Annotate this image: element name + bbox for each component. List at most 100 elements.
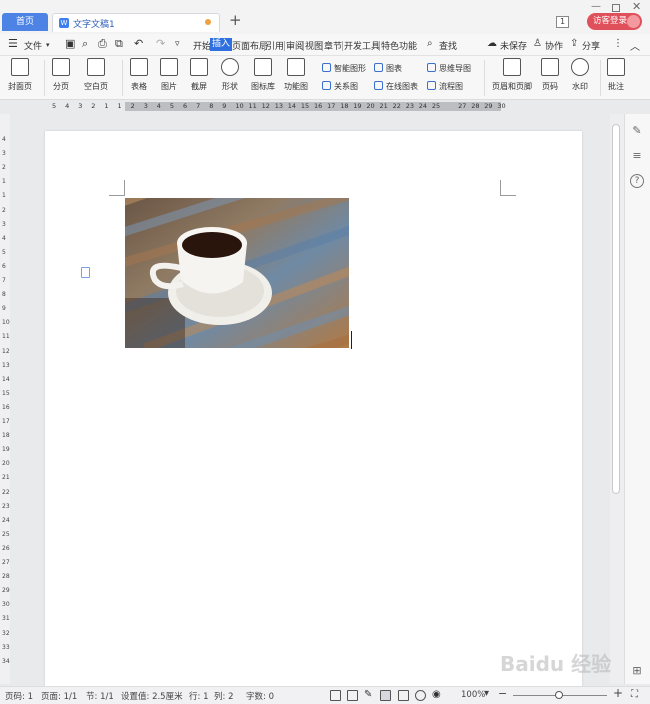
status-row[interactable]: 行: 1 <box>189 690 208 702</box>
menu-start[interactable]: 开始 <box>193 39 211 52</box>
menu-insert[interactable]: 插入 <box>210 38 233 51</box>
picture-button[interactable]: 图片 <box>160 58 178 92</box>
hamburger-icon[interactable]: ☰ <box>8 37 18 50</box>
status-column[interactable]: 列: 2 <box>214 690 233 702</box>
menu-view[interactable]: 视图 <box>305 39 323 52</box>
redo-icon[interactable]: ↷ <box>156 37 165 50</box>
menu-developer[interactable]: 开发工具 <box>344 39 380 52</box>
minimize-icon[interactable]: — <box>591 1 601 12</box>
chart-button[interactable]: 图表 <box>374 63 402 74</box>
more-quick-icon[interactable]: ▿ <box>175 39 180 49</box>
vruler-tick-label: 5 <box>2 248 6 256</box>
window-count-badge[interactable]: 1 <box>556 16 569 28</box>
search-icon[interactable]: ⌕ <box>427 38 433 49</box>
guest-login-button[interactable]: 访客登录 <box>587 13 642 30</box>
coffee-cup-image[interactable] <box>125 198 349 348</box>
web-view-icon[interactable] <box>415 690 426 701</box>
tab-document[interactable]: W 文字文稿1 <box>52 13 220 32</box>
more-icon[interactable]: ⋮ <box>613 38 623 49</box>
zoom-dropdown-icon[interactable]: ▾ <box>484 688 489 699</box>
ruler-tick-label: 7 <box>196 102 201 110</box>
tab-home[interactable]: 首页 <box>2 13 48 31</box>
document-page[interactable] <box>45 131 582 691</box>
apps-grid-icon[interactable]: ⊞ <box>630 664 644 678</box>
ruler-tick-label: 16 <box>314 102 323 110</box>
close-icon[interactable]: ✕ <box>632 0 641 13</box>
blank-page-button[interactable]: 空白页 <box>84 58 108 92</box>
watermark-button[interactable]: 水印 <box>571 58 589 92</box>
page-number-button[interactable]: 页码 <box>541 58 559 92</box>
menu-review[interactable]: 审阅 <box>286 39 304 52</box>
new-tab-button[interactable]: + <box>229 11 242 29</box>
header-footer-icon <box>503 58 521 76</box>
screenshot-label: 截屏 <box>191 82 207 91</box>
search-label[interactable]: 查找 <box>439 39 457 52</box>
comment-button[interactable]: 批注 <box>607 58 625 92</box>
reading-mode-icon[interactable] <box>347 690 358 701</box>
vertical-ruler[interactable]: 4 3 2 1 1 2 3 4 5 6 7 8 9 10 11 12 13 14 15 16 17 18 19 20 21 22 2… <box>0 114 10 684</box>
chevron-down-icon[interactable]: ▾ <box>46 41 50 49</box>
horizontal-ruler[interactable]: 5 4 3 2 1 1 2 3 4 5 6 7 8 9 10 11 12 13 14 15 16 17 18 19 20 21 22… <box>0 100 610 114</box>
save-icon[interactable]: ▣ <box>65 37 75 50</box>
zoom-slider-knob[interactable] <box>555 691 563 699</box>
screenshot-button[interactable]: 截屏 <box>190 58 208 92</box>
maximize-icon[interactable] <box>612 4 620 12</box>
scrollbar-thumb[interactable] <box>612 124 620 494</box>
paragraph-anchor-icon[interactable] <box>81 267 90 278</box>
unsaved-label[interactable]: 未保存 <box>500 39 527 52</box>
edit-pen-icon[interactable]: ✎ <box>630 124 644 138</box>
settings-sliders-icon[interactable]: ≡ <box>630 149 644 163</box>
print-icon[interactable]: ⎙ <box>98 37 107 51</box>
relation-diagram-button[interactable]: 关系图 <box>322 81 358 92</box>
pen-mode-icon[interactable]: ✎ <box>364 689 375 700</box>
format-painter-icon[interactable]: ⌕ <box>82 37 88 51</box>
status-page-number[interactable]: 页码: 1 <box>5 690 33 702</box>
menu-page-layout[interactable]: 页面布局 <box>232 39 268 52</box>
flowchart-button[interactable]: 流程图 <box>427 81 463 92</box>
vertical-scrollbar[interactable] <box>610 114 624 684</box>
page-view-icon[interactable] <box>380 690 391 701</box>
icon-library-button[interactable]: 图标库 <box>251 58 275 92</box>
chart-label: 图表 <box>386 64 402 73</box>
menu-special[interactable]: 特色功能 <box>381 39 417 52</box>
header-footer-label: 页眉和页脚 <box>492 82 532 91</box>
status-word-count[interactable]: 字数: 0 <box>246 690 274 702</box>
fullscreen-icon[interactable] <box>330 690 341 701</box>
status-section[interactable]: 节: 1/1 <box>86 690 114 702</box>
share-icon: ⇪ <box>570 38 579 49</box>
zoom-out-button[interactable]: − <box>498 687 507 700</box>
zoom-in-button[interactable]: + <box>613 686 623 700</box>
shapes-button[interactable]: 形状 <box>221 58 239 92</box>
collapse-ribbon-icon[interactable]: ︿ <box>630 38 640 53</box>
function-chart-button[interactable]: 功能图 <box>284 58 308 92</box>
fit-window-icon[interactable]: ⛶ <box>631 689 638 700</box>
mind-map-button[interactable]: 思维导图 <box>427 63 471 74</box>
undo-icon[interactable]: ↶ <box>134 37 143 50</box>
smart-graphic-label: 智能图形 <box>334 64 366 73</box>
page-break-button[interactable]: 分页 <box>52 58 70 92</box>
outline-view-icon[interactable] <box>398 690 409 701</box>
smart-graphic-button[interactable]: 智能图形 <box>322 63 366 74</box>
print-preview-icon[interactable]: ⧉ <box>115 37 123 51</box>
ruler-tick-label: 22 <box>392 102 401 110</box>
ruler-tick-label: 15 <box>300 102 310 110</box>
eye-protection-icon[interactable]: ◉ <box>432 689 443 700</box>
zoom-level[interactable]: 100% <box>461 690 485 700</box>
online-chart-button[interactable]: 在线图表 <box>374 81 418 92</box>
status-setting-value[interactable]: 设置值: 2.5厘米 <box>121 690 183 702</box>
table-button[interactable]: 表格 <box>130 58 148 92</box>
menu-file[interactable]: 文件 <box>24 39 42 52</box>
status-pages[interactable]: 页面: 1/1 <box>41 690 77 702</box>
header-footer-button[interactable]: 页眉和页脚 <box>492 58 532 92</box>
ribbon-separator <box>600 60 601 96</box>
online-chart-label: 在线图表 <box>386 82 418 91</box>
blank-page-label: 空白页 <box>84 82 108 91</box>
cover-page-button[interactable]: 封面页 <box>8 58 32 92</box>
menu-separator <box>303 41 304 51</box>
help-icon[interactable]: ? <box>630 174 644 188</box>
menu-references[interactable]: 引用 <box>266 39 284 52</box>
menu-chapter[interactable]: 章节 <box>324 39 342 52</box>
share-button[interactable]: 分享 <box>582 39 600 52</box>
guest-login-label: 访客登录 <box>593 16 628 26</box>
collaborate-button[interactable]: 协作 <box>545 39 563 52</box>
